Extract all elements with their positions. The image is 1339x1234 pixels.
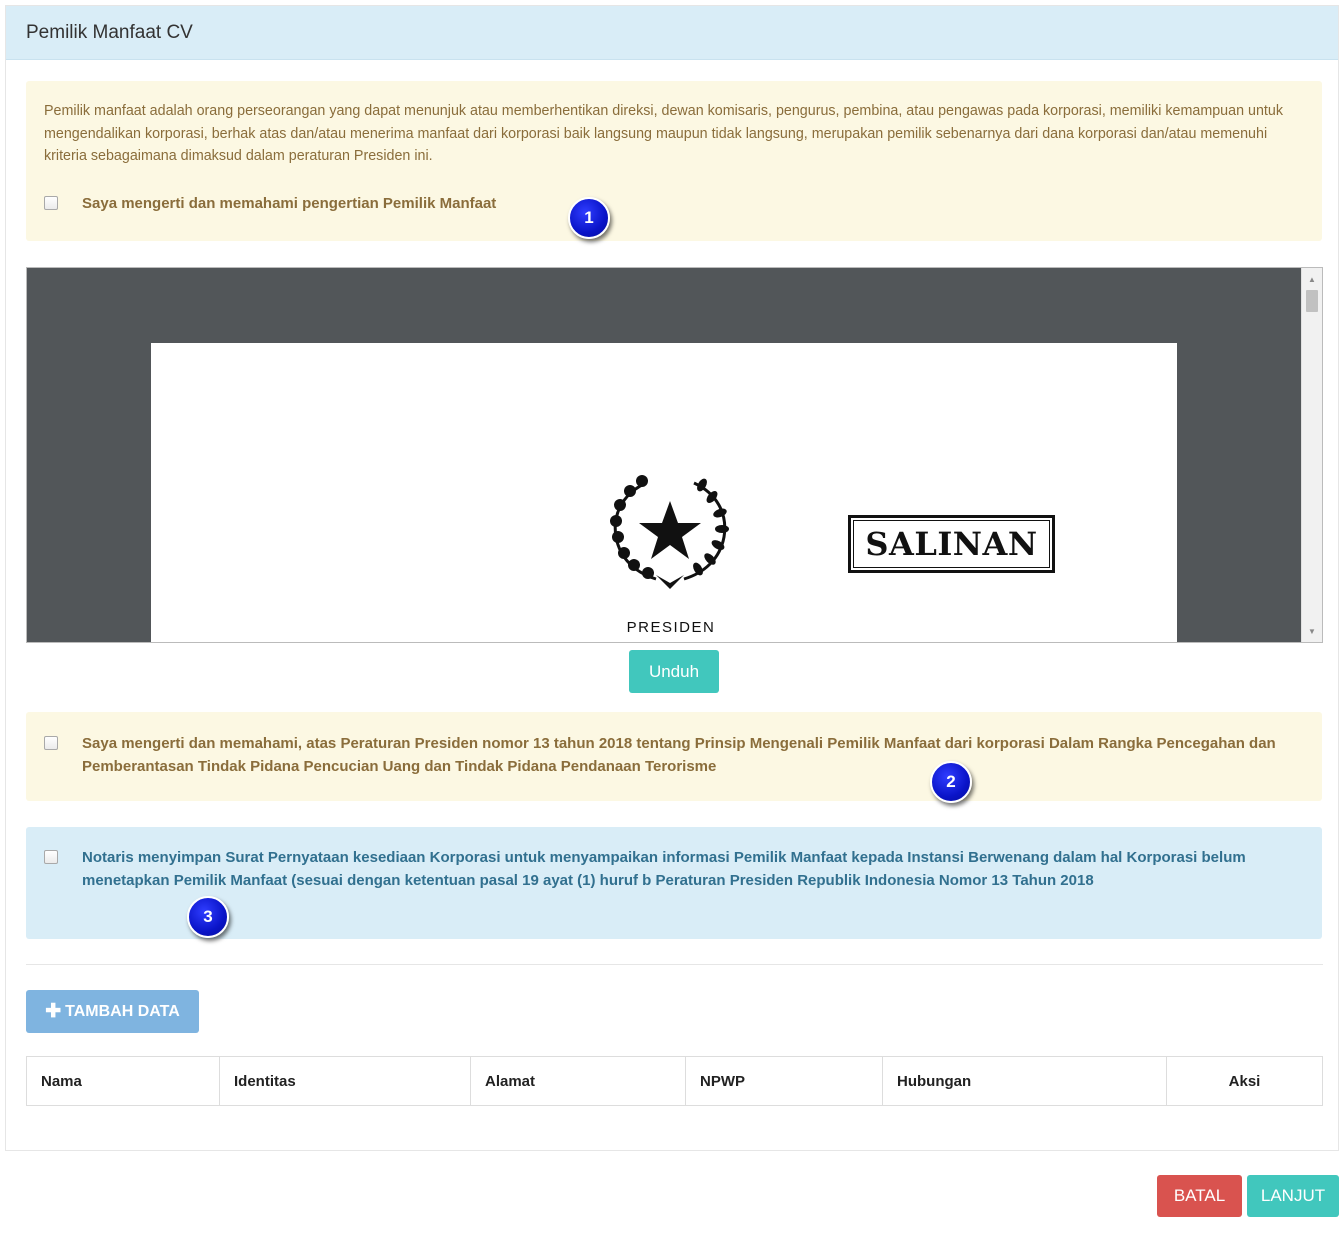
cancel-button[interactable]: BATAL (1157, 1175, 1242, 1217)
step-marker-1: 1 (568, 197, 610, 239)
notary-statement-checkbox[interactable] (44, 850, 58, 864)
definition-alert: Pemilik manfaat adalah orang perseoranga… (26, 81, 1322, 241)
next-button[interactable]: LANJUT (1247, 1175, 1339, 1217)
notary-statement-row[interactable]: Notaris menyimpan Surat Pernyataan kesed… (44, 847, 1306, 892)
understand-definition-label: Saya mengerti dan memahami pengertian Pe… (82, 195, 497, 212)
column-header-identitas: Identitas (219, 1056, 471, 1106)
pdf-scrollbar[interactable]: ▲ ▼ (1301, 268, 1322, 642)
beneficial-owner-panel: Pemilik Manfaat CV Pemilik manfaat adala… (5, 5, 1339, 1151)
beneficial-owner-table: Nama Identitas Alamat NPWP Hubungan Aksi (26, 1056, 1323, 1106)
notary-statement-label: Notaris menyimpan Surat Pernyataan kesed… (82, 849, 1246, 889)
regulation-agreement-alert: Saya mengerti dan memahami, atas Peratur… (26, 712, 1322, 801)
add-data-label: TAMBAH DATA (65, 1002, 180, 1020)
presiden-caption: PRESIDEN (626, 619, 716, 636)
scroll-down-icon[interactable]: ▼ (1302, 622, 1322, 640)
column-header-aksi: Aksi (1166, 1056, 1323, 1106)
definition-text: Pemilik manfaat adalah orang perseoranga… (44, 103, 1283, 164)
add-data-button[interactable]: ✚ TAMBAH DATA (26, 990, 199, 1033)
panel-title: Pemilik Manfaat CV (6, 6, 1338, 60)
column-header-nama: Nama (26, 1056, 220, 1106)
column-header-hubungan: Hubungan (882, 1056, 1167, 1106)
step-marker-2: 2 (930, 761, 972, 803)
salinan-stamp: SALINAN (848, 515, 1055, 573)
regulation-agreement-label: Saya mengerti dan memahami, atas Peratur… (82, 735, 1276, 775)
regulation-agreement-checkbox[interactable] (44, 736, 58, 750)
understand-definition-row[interactable]: Saya mengerti dan memahami pengertian Pe… (44, 193, 496, 216)
download-button[interactable]: Unduh (629, 650, 719, 693)
section-divider (26, 964, 1323, 965)
scroll-thumb[interactable] (1306, 290, 1318, 312)
column-header-alamat: Alamat (470, 1056, 686, 1106)
regulation-agreement-row[interactable]: Saya mengerti dan memahami, atas Peratur… (44, 733, 1306, 778)
step-marker-3: 3 (187, 896, 229, 938)
understand-definition-checkbox[interactable] (44, 196, 58, 210)
plus-icon: ✚ (45, 1001, 62, 1022)
column-header-npwp: NPWP (685, 1056, 883, 1106)
pdf-page: SALINAN PRESIDEN (151, 343, 1177, 642)
garuda-star-emblem-icon (610, 475, 729, 589)
pdf-viewer[interactable]: SALINAN PRESIDEN ▲ ▼ (26, 267, 1323, 643)
table-header-row: Nama Identitas Alamat NPWP Hubungan Aksi (26, 1056, 1323, 1106)
scroll-up-icon[interactable]: ▲ (1302, 270, 1322, 288)
